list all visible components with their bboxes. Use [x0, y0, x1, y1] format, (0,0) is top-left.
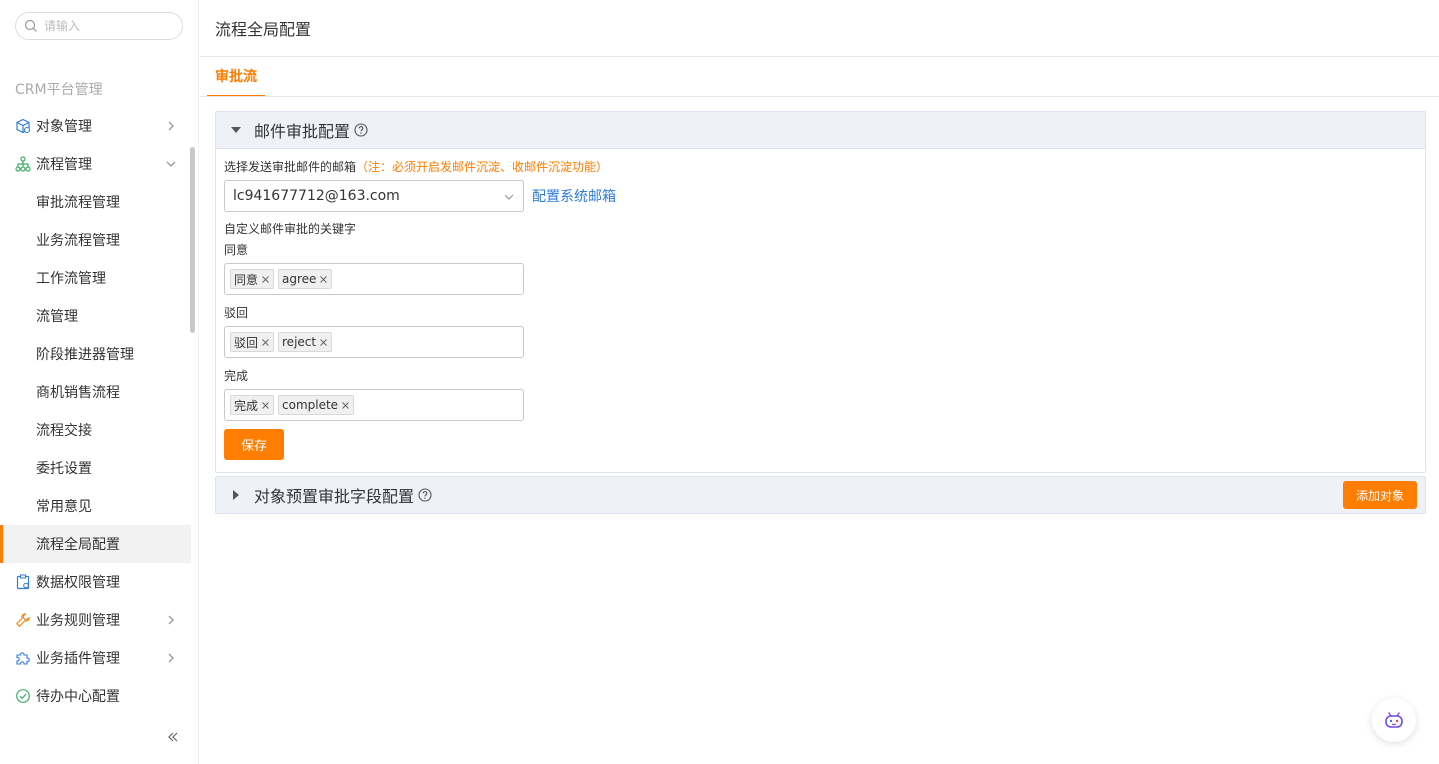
keyword-tag: 驳回: [230, 332, 275, 352]
triangle-right-icon[interactable]: [230, 489, 242, 501]
keyword-tag-text: 驳回: [234, 335, 259, 350]
chevron-down-icon: [504, 194, 514, 200]
header-divider: [200, 56, 1439, 57]
sidebar-item-label: 业务规则管理: [36, 613, 120, 629]
chevron-right-icon: [168, 615, 174, 625]
main-content: 流程全局配置 审批流 邮件审批配置 选择发送审批邮件的邮箱（注：必须开启发邮件沉…: [200, 0, 1439, 764]
sidebar-item-process[interactable]: 流程管理: [0, 145, 199, 183]
sidebar-item-label: 数据权限管理: [36, 575, 120, 591]
sidebar-scrollbar[interactable]: [190, 147, 195, 333]
collapse-sidebar-icon[interactable]: [166, 730, 180, 744]
search-box[interactable]: [15, 12, 183, 40]
save-button[interactable]: 保存: [224, 429, 284, 460]
complete-label: 完成: [224, 369, 249, 383]
email-approval-panel: 邮件审批配置 选择发送审批邮件的邮箱（注：必须开启发邮件沉淀、收邮件沉淀功能） …: [215, 111, 1426, 473]
help-icon[interactable]: [354, 123, 368, 137]
sidebar-sub-item[interactable]: 审批流程管理: [0, 183, 191, 221]
flow-tree-icon: [15, 156, 31, 172]
email-panel-header[interactable]: 邮件审批配置: [216, 112, 1425, 148]
sidebar-sub-item[interactable]: 流管理: [0, 297, 191, 335]
object-panel-header[interactable]: 对象预置审批字段配置 添加对象: [216, 477, 1425, 513]
sidebar-item-object[interactable]: 对象管理: [0, 107, 199, 145]
sidebar-item-data-permission[interactable]: 数据权限管理: [0, 563, 199, 601]
config-system-mailbox-link[interactable]: 配置系统邮箱: [532, 186, 616, 206]
sidebar-sub-item[interactable]: 商机销售流程: [0, 373, 191, 411]
chevron-right-icon: [168, 653, 174, 663]
keyword-tag-text: reject: [282, 335, 317, 349]
mailbox-note: （注：必须开启发邮件沉淀、收邮件沉淀功能）: [356, 160, 609, 174]
check-circle-icon: [16, 689, 30, 703]
cube-icon: [16, 118, 30, 134]
agree-tags-input[interactable]: 同意 agree: [224, 263, 524, 295]
add-object-button[interactable]: 添加对象: [1343, 481, 1417, 509]
agree-label: 同意: [224, 243, 249, 257]
sidebar-item-label: 业务插件管理: [36, 651, 120, 667]
sidebar-menu: 对象管理 流程管理 审批流程管理 业务流程管理 工作流管理 流管理 阶段推进器管…: [0, 107, 199, 715]
search-input[interactable]: [44, 19, 164, 33]
keyword-tag-text: complete: [282, 398, 339, 412]
keyword-tag: 同意: [230, 269, 275, 289]
keyword-tag: 完成: [230, 395, 275, 415]
sidebar-sub-item[interactable]: 流程交接: [0, 411, 191, 449]
sidebar: CRM平台管理 对象管理: [0, 0, 199, 764]
tab-divider: [200, 96, 1439, 97]
keyword-tag-text: 完成: [234, 398, 259, 413]
keyword-tag: reject: [278, 332, 333, 352]
email-panel-title: 邮件审批配置: [254, 122, 351, 141]
keyword-tag-text: 同意: [234, 272, 259, 287]
sidebar-item-label: 流程管理: [36, 157, 92, 173]
keyword-tag-text: agree: [282, 272, 317, 286]
reject-label: 驳回: [224, 306, 249, 320]
close-icon[interactable]: [261, 401, 270, 410]
sidebar-item-todo-center[interactable]: 待办中心配置: [0, 677, 199, 715]
sidebar-item-label: 对象管理: [36, 119, 92, 135]
sidebar-sub-item[interactable]: 业务流程管理: [0, 221, 191, 259]
mailbox-row: lc941677712@163.com 配置系统邮箱: [224, 180, 1417, 212]
help-icon[interactable]: [418, 488, 432, 502]
sidebar-sub-item[interactable]: 阶段推进器管理: [0, 335, 191, 373]
page-title: 流程全局配置: [215, 20, 312, 39]
keyword-tag: complete: [278, 395, 355, 415]
sidebar-sub-item[interactable]: 常用意见: [0, 487, 191, 525]
sidebar-sub-item[interactable]: 委托设置: [0, 449, 191, 487]
puzzle-icon: [16, 652, 30, 665]
email-panel-body: 选择发送审批邮件的邮箱（注：必须开启发邮件沉淀、收邮件沉淀功能） lc94167…: [216, 148, 1425, 472]
close-icon[interactable]: [341, 401, 350, 410]
sidebar-item-label: 待办中心配置: [36, 689, 120, 705]
keyword-tag: agree: [278, 269, 333, 289]
complete-tags-input[interactable]: 完成 complete: [224, 389, 524, 421]
wrench-icon: [16, 613, 30, 627]
close-icon[interactable]: [261, 338, 270, 347]
sidebar-item-business-plugins[interactable]: 业务插件管理: [0, 639, 199, 677]
object-field-panel: 对象预置审批字段配置 添加对象: [215, 476, 1426, 514]
chevron-down-icon: [166, 161, 176, 167]
clipboard-icon: [16, 574, 30, 590]
close-icon[interactable]: [319, 338, 328, 347]
mailbox-label-text: 选择发送审批邮件的邮箱: [224, 160, 357, 174]
tab-approval-flow[interactable]: 审批流: [207, 57, 265, 97]
keywords-label: 自定义邮件审批的关键字: [224, 222, 357, 236]
mailbox-select-value: lc941677712@163.com: [233, 188, 400, 204]
chevron-right-icon: [168, 121, 174, 131]
section-title: CRM平台管理: [15, 82, 103, 98]
object-panel-title: 对象预置审批字段配置: [254, 487, 415, 506]
sidebar-item-business-rules[interactable]: 业务规则管理: [0, 601, 199, 639]
triangle-down-icon[interactable]: [230, 124, 242, 136]
assistant-button[interactable]: [1372, 698, 1416, 742]
search-icon: [24, 19, 37, 32]
mailbox-select[interactable]: lc941677712@163.com: [224, 180, 524, 212]
sidebar-sub-item-active[interactable]: 流程全局配置: [0, 525, 191, 563]
sidebar-sub-item[interactable]: 工作流管理: [0, 259, 191, 297]
close-icon[interactable]: [261, 275, 270, 284]
reject-tags-input[interactable]: 驳回 reject: [224, 326, 524, 358]
robot-assistant-icon: [1385, 712, 1403, 728]
app-root: CRM平台管理 对象管理: [0, 0, 1439, 764]
mailbox-label: 选择发送审批邮件的邮箱（注：必须开启发邮件沉淀、收邮件沉淀功能）: [224, 159, 1417, 176]
close-icon[interactable]: [319, 275, 328, 284]
